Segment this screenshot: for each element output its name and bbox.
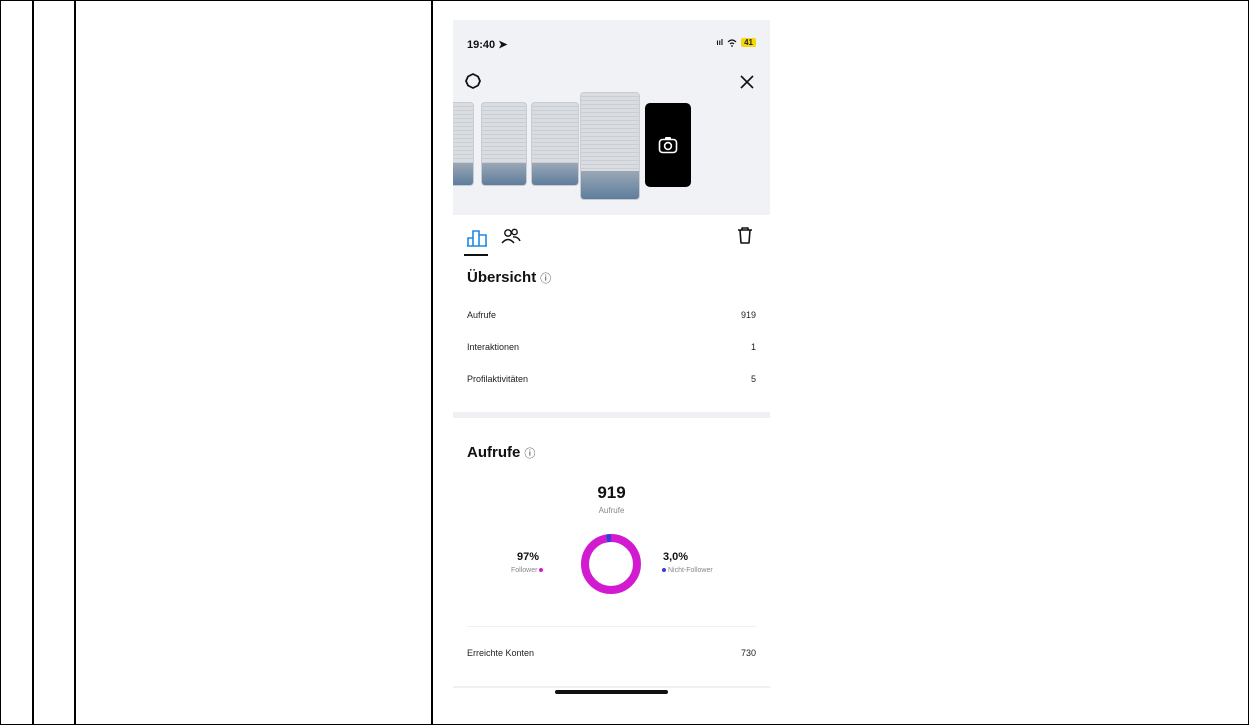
overview-title: Übersicht xyxy=(467,269,537,286)
overview-row-value: 919 xyxy=(740,310,756,320)
followers-legend-dot xyxy=(539,568,544,573)
location-arrow-icon: ➤ xyxy=(498,39,508,51)
people-icon[interactable] xyxy=(501,227,521,245)
divider-line xyxy=(32,0,34,725)
followers-legend-label: Follower xyxy=(511,567,538,574)
overview-row-value: 5 xyxy=(750,374,756,384)
views-donut-chart xyxy=(581,534,641,594)
views-total: 919 xyxy=(597,483,626,502)
divider-line xyxy=(74,0,76,725)
reach-value: 730 xyxy=(740,648,756,658)
battery-icon: 41 xyxy=(741,38,756,47)
followers-legend: Follower xyxy=(511,567,544,574)
status-time: 19:40 ➤ xyxy=(467,38,507,51)
story-thumbnail-selected[interactable] xyxy=(580,92,640,200)
overview-heading: Übersicht ⓘ xyxy=(467,269,551,286)
non-followers-legend-label: Nicht-Follower xyxy=(667,567,713,574)
trash-icon[interactable] xyxy=(736,226,754,245)
story-thumbnail[interactable] xyxy=(531,102,579,186)
non-followers-legend-dot xyxy=(662,568,666,573)
overview-row-label: Aufrufe xyxy=(467,310,497,320)
status-time-text: 19:40 xyxy=(467,39,496,51)
add-story-button[interactable] xyxy=(645,103,691,187)
close-icon[interactable] xyxy=(739,74,755,90)
camera-icon xyxy=(658,137,678,154)
status-indicators: ııl 41 xyxy=(716,38,756,47)
signal-icon: ııl xyxy=(716,38,724,47)
home-indicator[interactable] xyxy=(555,690,668,694)
donut-followers-segment xyxy=(581,534,641,594)
followers-percent: 97% xyxy=(517,551,540,563)
divider-line xyxy=(431,0,433,725)
section-divider xyxy=(453,686,770,688)
bar-chart-icon[interactable] xyxy=(466,227,488,247)
views-heading: Aufrufe ⓘ xyxy=(467,444,535,461)
info-icon[interactable]: ⓘ xyxy=(540,273,551,285)
row-divider xyxy=(467,626,756,627)
story-thumbnail[interactable] xyxy=(453,102,474,186)
settings-gear-icon[interactable] xyxy=(465,73,481,89)
reach-label: Erreichte Konten xyxy=(467,648,535,658)
overview-row-label: Profilaktivitäten xyxy=(467,374,529,384)
active-tab-indicator xyxy=(464,254,488,256)
overview-row-label: Interaktionen xyxy=(467,342,520,352)
info-icon[interactable]: ⓘ xyxy=(524,448,535,460)
views-total-label: Aufrufe xyxy=(598,506,625,515)
story-thumbnail[interactable] xyxy=(481,102,527,186)
views-title: Aufrufe xyxy=(467,444,521,461)
non-followers-legend: Nicht-Follower xyxy=(662,567,713,574)
non-followers-percent: 3,0% xyxy=(663,551,689,563)
overview-row-value: 1 xyxy=(750,342,756,352)
wifi-icon xyxy=(727,38,737,47)
section-divider xyxy=(453,412,770,418)
phone-screen: 19:40 ➤ ııl 41 Übersicht ⓘ Aufrufe 919 I… xyxy=(453,20,770,695)
